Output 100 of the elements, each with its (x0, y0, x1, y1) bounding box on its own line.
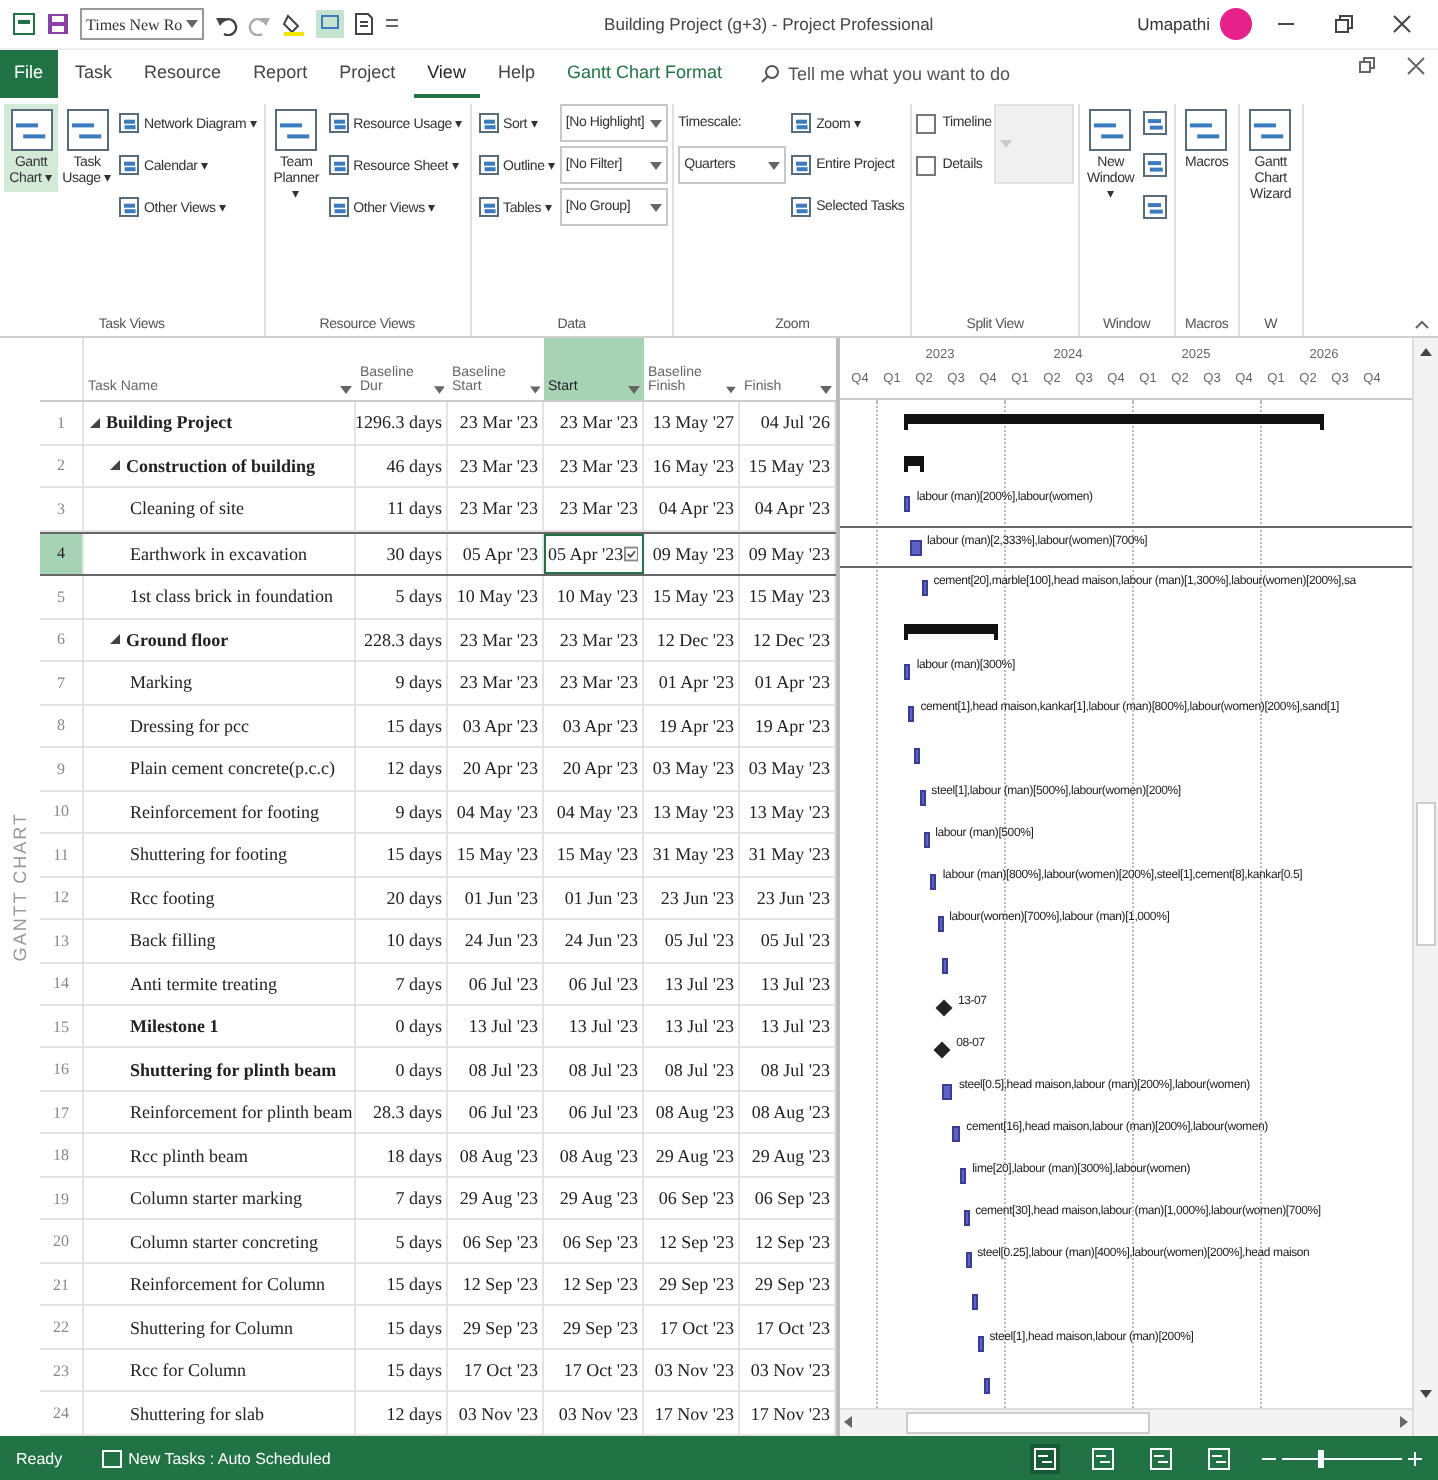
status-text: Ready (16, 1449, 63, 1467)
row-header[interactable]: 11 (40, 834, 84, 876)
summary-bar[interactable] (904, 455, 924, 466)
row-header[interactable]: 18 (40, 1134, 84, 1176)
task-bar[interactable] (952, 1125, 961, 1142)
restore-icon[interactable] (1358, 56, 1378, 76)
table-cell: 23 Jun '23 (740, 877, 836, 919)
avatar[interactable] (1220, 8, 1252, 40)
summary-bar[interactable] (904, 413, 1325, 424)
ribbon-tab[interactable]: Gantt Chart Format (552, 50, 736, 98)
ribbon-tab[interactable]: Task (61, 50, 127, 98)
row-header[interactable]: 23 (40, 1349, 84, 1391)
table-cell: 20 Apr '23 (448, 748, 544, 790)
row-header[interactable]: 10 (40, 791, 84, 833)
checkbox[interactable] (916, 155, 937, 175)
collapse-ribbon-icon[interactable] (1414, 320, 1430, 330)
task-bar[interactable] (983, 1377, 990, 1394)
restore-icon[interactable] (1332, 12, 1356, 36)
row-header[interactable]: 8 (40, 705, 84, 747)
font-field[interactable]: Times New Ro (80, 8, 205, 40)
task-bar[interactable] (971, 1293, 978, 1310)
row-header[interactable]: 7 (40, 662, 84, 704)
task-bar[interactable] (909, 539, 922, 556)
collapse-icon[interactable] (90, 417, 100, 428)
task-bar[interactable] (921, 579, 928, 596)
row-header[interactable]: 13 (40, 920, 84, 962)
row-header[interactable]: 6 (40, 619, 84, 661)
view-icon[interactable] (316, 10, 345, 38)
task-bar[interactable] (963, 1209, 970, 1226)
row-header[interactable]: 17 (40, 1091, 84, 1133)
task-name: Rcc footing (130, 887, 215, 908)
ribbon-tab[interactable]: Resource (130, 50, 236, 98)
row-header[interactable]: 5 (40, 576, 84, 618)
row-header[interactable]: 1 (40, 402, 84, 444)
row-header[interactable]: 3 (40, 488, 84, 530)
scrollbar-thumb[interactable] (906, 1411, 1150, 1434)
task-bar[interactable] (941, 957, 948, 974)
team-planner-icon[interactable] (1150, 1447, 1172, 1469)
document-icon[interactable] (354, 12, 375, 36)
task-bar[interactable] (904, 663, 911, 680)
search-field[interactable]: Tell me what you want to do (788, 64, 1011, 84)
scroll-down-icon[interactable] (1418, 1388, 1434, 1400)
zoom-in-icon[interactable] (1408, 1451, 1422, 1465)
collapse-icon[interactable] (110, 634, 120, 645)
row-header[interactable]: 24 (40, 1392, 84, 1434)
save-icon[interactable] (46, 12, 70, 36)
ribbon-tab[interactable]: Help (483, 50, 549, 98)
row-header[interactable]: 22 (40, 1306, 84, 1348)
table-cell: 01 Jun '23 (448, 877, 544, 919)
paint-bucket-icon[interactable] (282, 12, 307, 36)
task-bar[interactable] (923, 831, 930, 848)
window-icon (1141, 110, 1168, 136)
checkbox[interactable] (916, 113, 937, 133)
ribbon-tab[interactable]: Project (325, 50, 410, 98)
table-icon (65, 108, 109, 152)
table-cell: 23 Jun '23 (644, 877, 740, 919)
row-header[interactable]: 12 (40, 877, 84, 919)
close-icon[interactable] (1390, 12, 1414, 36)
row-header[interactable]: 2 (40, 445, 84, 487)
ribbon-tab[interactable]: View (413, 50, 480, 98)
task-bar[interactable] (914, 747, 921, 764)
undo-icon[interactable] (214, 12, 239, 36)
milestone-icon[interactable] (933, 1041, 951, 1059)
row-header[interactable]: 21 (40, 1263, 84, 1305)
slider-thumb[interactable] (1318, 1449, 1324, 1467)
resource-sheet-icon[interactable] (1208, 1447, 1230, 1469)
task-bar[interactable] (937, 915, 944, 932)
table-cell: 7 days (356, 1177, 448, 1219)
table-cell: 01 Jun '23 (544, 877, 644, 919)
row-header[interactable]: 9 (40, 748, 84, 790)
row-header[interactable]: 19 (40, 1177, 84, 1219)
ribbon-tab[interactable]: Report (239, 50, 322, 98)
milestone-icon[interactable] (935, 999, 953, 1017)
gantt-view-icon[interactable] (1034, 1447, 1056, 1469)
task-bar[interactable] (929, 873, 937, 890)
collapse-icon[interactable] (110, 460, 120, 471)
row-header[interactable]: 4 (40, 533, 84, 575)
summary-bar[interactable] (904, 623, 998, 634)
row-header[interactable]: 14 (40, 963, 84, 1004)
ribbon-tab[interactable]: File (0, 50, 58, 98)
task-bar[interactable] (960, 1167, 967, 1184)
table-icon (790, 112, 813, 134)
task-usage-icon[interactable] (1092, 1447, 1114, 1469)
task-bar[interactable] (941, 1083, 953, 1100)
search-icon[interactable] (760, 64, 780, 84)
row-header[interactable]: 16 (40, 1048, 84, 1090)
calendar-icon[interactable] (623, 545, 638, 562)
close-icon[interactable] (1406, 56, 1426, 76)
row-header[interactable]: 15 (40, 1006, 84, 1047)
task-bar[interactable] (919, 789, 926, 806)
task-bar[interactable] (908, 705, 915, 722)
scroll-up-icon[interactable] (1418, 346, 1434, 358)
task-bar[interactable] (904, 495, 911, 512)
table-cell[interactable]: 05 Apr '23 (548, 543, 624, 564)
scrollbar-thumb[interactable] (1416, 801, 1436, 945)
new-tasks-button[interactable]: New Tasks : Auto Scheduled (90, 1447, 343, 1469)
task-bar[interactable] (977, 1335, 984, 1352)
row-header[interactable]: 20 (40, 1220, 84, 1262)
task-bar[interactable] (965, 1251, 972, 1268)
scroll-left-icon[interactable] (840, 1414, 856, 1431)
